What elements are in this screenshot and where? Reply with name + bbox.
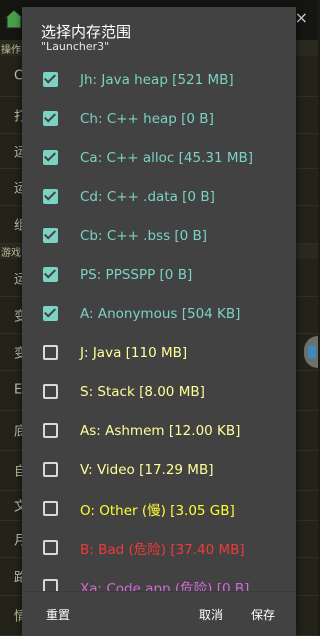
memory-range-label: As: Ashmem [12.00 KB] (80, 422, 241, 439)
checkbox-unchecked[interactable] (43, 423, 58, 438)
memory-range-label: PS: PPSSPP [0 B] (80, 266, 193, 283)
dialog-subtitle: "Launcher3" (41, 40, 110, 53)
memory-range-label: Ca: C++ alloc [45.31 MB] (80, 149, 254, 166)
cancel-button[interactable]: 取消 (199, 606, 223, 623)
memory-range-item[interactable]: Cb: C++ .bss [0 B] (22, 216, 296, 255)
memory-range-item[interactable]: Jh: Java heap [521 MB] (22, 60, 296, 99)
memory-range-label: J: Java [110 MB] (80, 344, 188, 361)
memory-range-list[interactable]: Jh: Java heap [521 MB] Ch: C++ heap [0 B]… (22, 60, 296, 591)
memory-range-label: Cd: C++ .data [0 B] (80, 188, 215, 205)
checkbox-checked[interactable] (43, 150, 58, 165)
checkbox-unchecked[interactable] (43, 345, 58, 360)
checkbox-checked[interactable] (43, 267, 58, 282)
checkbox-unchecked[interactable] (43, 384, 58, 399)
memory-range-dialog: 选择内存范围 "Launcher3" Jh: Java heap [521 MB… (22, 7, 296, 636)
memory-range-item[interactable]: As: Ashmem [12.00 KB] (22, 411, 296, 450)
dialog-footer: 重置 取消 保存 (22, 591, 296, 636)
close-icon[interactable]: × (295, 8, 308, 27)
checkbox-checked[interactable] (43, 306, 58, 321)
memory-range-item[interactable]: Ca: C++ alloc [45.31 MB] (22, 138, 296, 177)
save-button[interactable]: 保存 (251, 606, 275, 623)
checkbox-unchecked[interactable] (43, 540, 58, 555)
checkbox-checked[interactable] (43, 72, 58, 87)
memory-range-label: B: Bad (危险) [37.40 MB] (80, 541, 245, 558)
memory-range-item[interactable]: B: Bad (危险) [37.40 MB] (22, 528, 296, 567)
checkbox-unchecked[interactable] (43, 462, 58, 477)
section-label: 操作 (1, 45, 21, 56)
home-icon (4, 9, 24, 29)
memory-range-item[interactable]: Ch: C++ heap [0 B] (22, 99, 296, 138)
checkbox-checked[interactable] (43, 189, 58, 204)
memory-range-label: Xa: Code app (危险) [0 B] (80, 580, 250, 592)
checkbox-unchecked[interactable] (43, 579, 58, 591)
checkbox-checked[interactable] (43, 228, 58, 243)
memory-range-label: V: Video [17.29 MB] (80, 461, 214, 478)
memory-range-label: O: Other (慢) [3.05 GB] (80, 502, 235, 519)
background-row-label: E (14, 382, 23, 398)
checkbox-unchecked[interactable] (43, 501, 58, 516)
reset-button[interactable]: 重置 (46, 606, 70, 623)
section-label: 游戏 (1, 248, 21, 259)
memory-range-label: A: Anonymous [504 KB] (80, 305, 241, 322)
memory-range-item[interactable]: Xa: Code app (危险) [0 B] (22, 567, 296, 591)
dialog-title: 选择内存范围 (41, 23, 132, 41)
memory-range-label: Jh: Java heap [521 MB] (80, 71, 234, 88)
memory-range-item[interactable]: S: Stack [8.00 MB] (22, 372, 296, 411)
memory-range-label: Cb: C++ .bss [0 B] (80, 227, 208, 244)
memory-range-item[interactable]: O: Other (慢) [3.05 GB] (22, 489, 296, 528)
memory-range-item[interactable]: J: Java [110 MB] (22, 333, 296, 372)
memory-range-label: S: Stack [8.00 MB] (80, 383, 205, 400)
memory-range-label: Ch: C++ heap [0 B] (80, 110, 214, 127)
memory-range-item[interactable]: PS: PPSSPP [0 B] (22, 255, 296, 294)
checkbox-checked[interactable] (43, 111, 58, 126)
memory-range-item[interactable]: Cd: C++ .data [0 B] (22, 177, 296, 216)
memory-range-item[interactable]: V: Video [17.29 MB] (22, 450, 296, 489)
memory-range-item[interactable]: A: Anonymous [504 KB] (22, 294, 296, 333)
